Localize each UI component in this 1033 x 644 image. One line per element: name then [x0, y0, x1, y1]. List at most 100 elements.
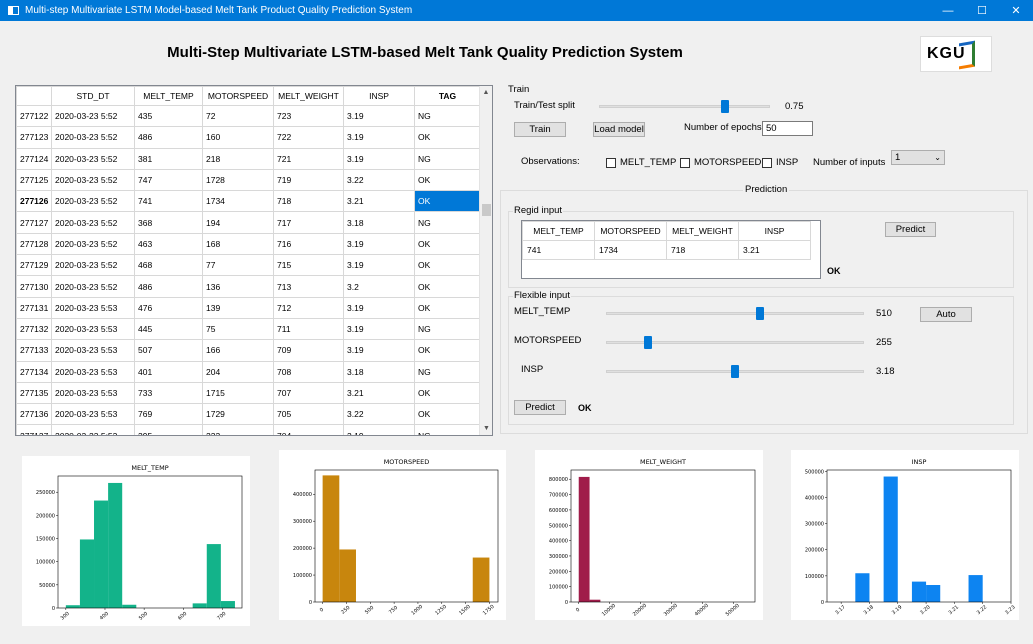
table-cell[interactable]: 218 — [202, 147, 274, 170]
table-cell[interactable]: OK — [414, 339, 481, 362]
inputs-select[interactable]: 1 ⌄ — [891, 150, 945, 165]
table-cell[interactable]: 139 — [202, 296, 274, 319]
check-melt-temp[interactable]: MELT_TEMP — [606, 157, 676, 168]
row-header[interactable]: 277125 — [16, 168, 52, 192]
table-cell[interactable]: OK — [414, 403, 481, 426]
regid-cell[interactable]: 741 — [522, 240, 595, 260]
table-cell[interactable]: 747 — [134, 168, 203, 192]
train-button[interactable]: Train — [514, 122, 566, 137]
insp-slider[interactable] — [606, 365, 864, 378]
table-cell[interactable]: 3.19 — [343, 317, 415, 341]
check-motorspeed[interactable]: MOTORSPEED — [680, 157, 761, 168]
table-cell[interactable]: 2020-03-23 5:53 — [51, 360, 135, 383]
table-cell[interactable]: 435 — [134, 104, 203, 128]
table-cell[interactable]: 2020-03-23 5:52 — [51, 168, 135, 192]
table-cell[interactable]: 709 — [273, 339, 344, 362]
table-cell[interactable]: 718 — [273, 190, 344, 213]
table-cell[interactable]: 2020-03-23 5:53 — [51, 403, 135, 426]
maximize-button[interactable]: ☐ — [965, 0, 999, 21]
column-header[interactable]: INSP — [343, 86, 415, 106]
row-header[interactable]: 277133 — [16, 339, 52, 362]
row-header[interactable]: 277136 — [16, 403, 52, 426]
table-row[interactable]: 277132 2020-03-23 5:53 445 75 711 3.19 NG — [16, 317, 481, 341]
table-cell[interactable]: 2020-03-23 5:53 — [51, 424, 135, 435]
table-cell[interactable]: 233 — [202, 424, 274, 435]
table-cell[interactable]: 3.19 — [343, 126, 415, 149]
table-cell[interactable]: 2020-03-23 5:53 — [51, 339, 135, 362]
column-header[interactable]: STD_DT — [51, 86, 135, 106]
table-cell[interactable]: 486 — [134, 126, 203, 149]
row-header[interactable]: 277124 — [16, 147, 52, 170]
table-cell[interactable]: 708 — [273, 360, 344, 383]
table-cell[interactable]: 3.22 — [343, 168, 415, 192]
table-cell[interactable]: 2020-03-23 5:52 — [51, 104, 135, 128]
table-cell[interactable]: OK — [414, 275, 481, 298]
regid-cell[interactable]: 3.21 — [738, 240, 811, 260]
row-header[interactable]: 277134 — [16, 360, 52, 383]
table-cell[interactable]: 476 — [134, 296, 203, 319]
row-header[interactable]: 277135 — [16, 381, 52, 405]
table-row[interactable]: 277125 2020-03-23 5:52 747 1728 719 3.22 OK — [16, 168, 481, 192]
table-cell[interactable]: 2020-03-23 5:53 — [51, 381, 135, 405]
table-cell[interactable]: 194 — [202, 211, 274, 234]
table-cell[interactable]: OK — [414, 190, 481, 213]
table-cell[interactable]: 507 — [134, 339, 203, 362]
column-header[interactable]: TAG — [414, 86, 481, 106]
row-header[interactable]: 277129 — [16, 254, 52, 277]
regid-cell[interactable]: 718 — [666, 240, 739, 260]
table-cell[interactable]: 713 — [273, 275, 344, 298]
epochs-input[interactable]: 50 — [762, 121, 813, 136]
table-cell[interactable]: NG — [414, 147, 481, 170]
column-header[interactable]: MELT_TEMP — [134, 86, 203, 106]
table-row[interactable]: 277130 2020-03-23 5:52 486 136 713 3.2 OK — [16, 275, 481, 298]
table-cell[interactable]: 486 — [134, 275, 203, 298]
table-row[interactable]: 277131 2020-03-23 5:53 476 139 712 3.19 OK — [16, 296, 481, 319]
table-cell[interactable]: 769 — [134, 403, 203, 426]
table-cell[interactable]: OK — [414, 381, 481, 405]
table-cell[interactable]: 3.18 — [343, 360, 415, 383]
table-cell[interactable]: 1728 — [202, 168, 274, 192]
row-header[interactable]: 277123 — [16, 126, 52, 149]
table-cell[interactable]: OK — [414, 126, 481, 149]
table-cell[interactable]: 75 — [202, 317, 274, 341]
table-row[interactable]: 277128 2020-03-23 5:52 463 168 716 3.19 OK — [16, 232, 481, 256]
table-cell[interactable]: 719 — [273, 168, 344, 192]
regid-table[interactable]: MELT_TEMP MOTORSPEED MELT_WEIGHT INSP 741 17… — [521, 220, 821, 279]
table-cell[interactable]: 2020-03-23 5:52 — [51, 147, 135, 170]
table-row[interactable]: 277133 2020-03-23 5:53 507 166 709 3.19 OK — [16, 339, 481, 362]
column-header[interactable] — [16, 86, 52, 106]
table-cell[interactable]: 722 — [273, 126, 344, 149]
scroll-up-icon[interactable]: ▲ — [480, 86, 492, 99]
table-cell[interactable]: 77 — [202, 254, 274, 277]
table-cell[interactable]: 468 — [134, 254, 203, 277]
table-cell[interactable]: 2020-03-23 5:52 — [51, 190, 135, 213]
table-cell[interactable]: NG — [414, 424, 481, 435]
regid-cell[interactable]: 1734 — [594, 240, 667, 260]
table-cell[interactable]: 3.19 — [343, 339, 415, 362]
table-cell[interactable]: OK — [414, 296, 481, 319]
table-cell[interactable]: 2020-03-23 5:52 — [51, 211, 135, 234]
row-header[interactable]: 277122 — [16, 104, 52, 128]
table-cell[interactable]: 716 — [273, 232, 344, 256]
table-row[interactable]: 277129 2020-03-23 5:52 468 77 715 3.19 OK — [16, 254, 481, 277]
row-header[interactable]: 277132 — [16, 317, 52, 341]
table-row[interactable]: 277124 2020-03-23 5:52 381 218 721 3.19 NG — [16, 147, 481, 170]
table-cell[interactable]: 3.19 — [343, 147, 415, 170]
slider-thumb[interactable] — [731, 365, 739, 378]
table-cell[interactable]: NG — [414, 360, 481, 383]
table-cell[interactable]: 741 — [134, 190, 203, 213]
table-cell[interactable]: NG — [414, 317, 481, 341]
melt-temp-slider[interactable] — [606, 307, 864, 320]
auto-button[interactable]: Auto — [920, 307, 972, 322]
table-row[interactable]: 277127 2020-03-23 5:52 368 194 717 3.18 NG — [16, 211, 481, 234]
predict-button[interactable]: Predict — [885, 222, 936, 237]
table-cell[interactable]: 2020-03-23 5:53 — [51, 317, 135, 341]
table-cell[interactable]: 166 — [202, 339, 274, 362]
table-cell[interactable]: 401 — [134, 360, 203, 383]
row-header[interactable]: 277137 — [16, 424, 52, 435]
table-cell[interactable]: 3.19 — [343, 424, 415, 435]
table-row[interactable]: 277122 2020-03-23 5:52 435 72 723 3.19 NG — [16, 104, 481, 128]
table-cell[interactable]: 733 — [134, 381, 203, 405]
table-cell[interactable]: OK — [414, 254, 481, 277]
table-cell[interactable]: OK — [414, 168, 481, 192]
